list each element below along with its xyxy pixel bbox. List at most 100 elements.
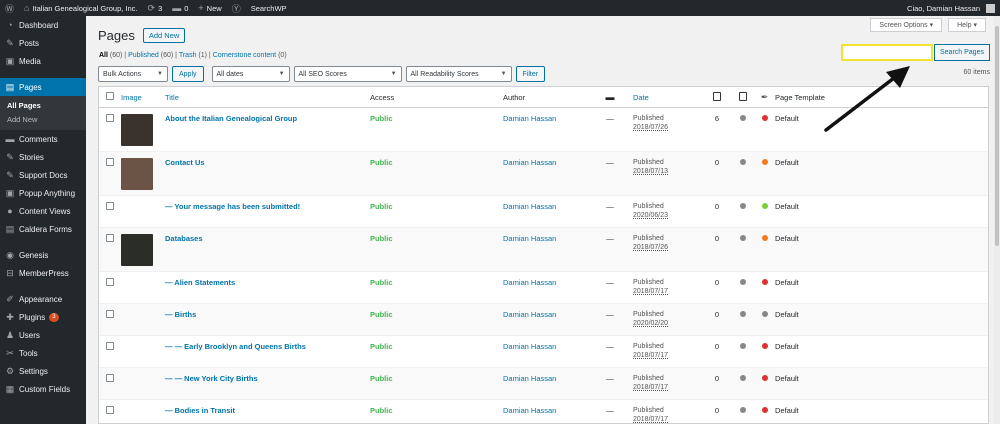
page-title-link[interactable]: Databases — [165, 234, 370, 243]
yoast-link[interactable]: Ⓨ — [227, 0, 246, 16]
page-thumbnail[interactable] — [121, 158, 153, 190]
seo-score-icon[interactable] — [738, 91, 747, 101]
author-link[interactable]: Damian Hassan — [503, 342, 587, 351]
author-link[interactable]: Damian Hassan — [503, 158, 587, 167]
author-link[interactable]: Damian Hassan — [503, 234, 587, 243]
author-link[interactable]: Damian Hassan — [503, 202, 587, 211]
page-template: Default — [775, 310, 799, 319]
new-content-link[interactable]: + New — [193, 0, 226, 16]
row-checkbox[interactable] — [106, 278, 114, 286]
row-checkbox[interactable] — [106, 406, 114, 414]
row-checkbox[interactable] — [106, 114, 114, 122]
access-status: Public — [370, 202, 393, 211]
page-title-link[interactable]: — Alien Statements — [165, 278, 370, 287]
sidebar-item-appearance[interactable]: ✐ Appearance — [0, 290, 86, 308]
author-link[interactable]: Damian Hassan — [503, 278, 587, 287]
view-trash[interactable]: Trash — [179, 52, 197, 59]
sidebar-item-pages[interactable]: ▤ Pages — [0, 78, 86, 96]
row-checkbox[interactable] — [106, 342, 114, 350]
page-title-link[interactable]: — Bodies in Transit — [165, 406, 370, 415]
seo-score-select[interactable]: All SEO Scores ▼ — [293, 66, 402, 82]
view-published[interactable]: Published — [128, 52, 159, 59]
page-template: Default — [775, 278, 799, 287]
row-checkbox[interactable] — [106, 202, 114, 210]
sidebar-item-posts[interactable]: ✎ Posts — [0, 34, 86, 52]
scrollbar[interactable] — [994, 16, 1000, 424]
comments-column-icon[interactable]: ▬ — [606, 92, 615, 102]
page-title-link[interactable]: — — Early Brooklyn and Queens Births — [165, 342, 370, 351]
page-title-link[interactable]: — — New York City Births — [165, 374, 370, 383]
row-checkbox[interactable] — [106, 310, 114, 318]
plus-icon: + — [198, 3, 204, 13]
sidebar-item-media[interactable]: ▣ Media — [0, 52, 86, 70]
author-link[interactable]: Damian Hassan — [503, 406, 587, 415]
sidebar-item-caldera-forms[interactable]: ▤ Caldera Forms — [0, 220, 86, 238]
sidebar-item-support-docs[interactable]: ✎ Support Docs — [0, 166, 86, 184]
sidebar-item-stories[interactable]: ✎ Stories — [0, 148, 86, 166]
internal-links-count: 0 — [714, 158, 720, 167]
seo-score-dot — [739, 159, 746, 165]
sidebar-item-label: Popup Anything — [19, 188, 76, 198]
seo-score-dot — [739, 279, 746, 285]
page-thumbnail[interactable] — [121, 234, 153, 266]
author-link[interactable]: Damian Hassan — [503, 374, 587, 383]
bulk-actions-select[interactable]: Bulk Actions ▼ — [98, 66, 168, 82]
sidebar-item-memberpress[interactable]: ⊟ MemberPress — [0, 264, 86, 282]
account-link[interactable]: Ciao, Damian Hassan — [902, 0, 1000, 16]
searchwp-link[interactable]: SearchWP — [246, 0, 292, 16]
sidebar-item-label: Posts — [19, 38, 40, 48]
page-title-link[interactable]: About the Italian Genealogical Group — [165, 114, 370, 123]
page-template: Default — [775, 158, 799, 167]
publish-status: Published — [633, 235, 664, 242]
sidebar-item-dashboard[interactable]: ◔ Dashboard — [0, 16, 86, 34]
sidebar-item-comments[interactable]: ▬ Comments — [0, 130, 86, 148]
column-image[interactable]: Image — [121, 93, 165, 102]
view-all[interactable]: All — [99, 52, 108, 59]
page-title-link[interactable]: — Births — [165, 310, 370, 319]
sidebar-item-settings[interactable]: ⚙ Settings — [0, 362, 86, 380]
submenu-all-pages[interactable]: All Pages — [0, 99, 86, 113]
internal-links-count: 0 — [714, 278, 720, 287]
admin-bar: Ⓦ ⌂ Italian Genealogical Group, Inc. ⟳ 3 ▬… — [0, 0, 1000, 16]
row-checkbox[interactable] — [106, 158, 114, 166]
sidebar-item-content-views[interactable]: ● Content Views — [0, 202, 86, 220]
sidebar-item-tools[interactable]: ✂ Tools — [0, 344, 86, 362]
sidebar-item-popup-anything[interactable]: ▣ Popup Anything — [0, 184, 86, 202]
chevron-down-icon: ▼ — [157, 71, 163, 77]
publish-date: 2020/06/23 — [633, 212, 669, 219]
search-input[interactable] — [841, 44, 933, 61]
sidebar-item-users[interactable]: ♟ Users — [0, 326, 86, 344]
row-checkbox[interactable] — [106, 374, 114, 382]
page-title-link[interactable]: Contact Us — [165, 158, 370, 167]
page-thumbnail[interactable] — [121, 114, 153, 146]
column-date[interactable]: Date — [633, 93, 703, 102]
screen-options-button[interactable]: Screen Options ▾ — [870, 18, 943, 32]
wordpress-logo-icon[interactable]: Ⓦ — [0, 0, 19, 16]
author-link[interactable]: Damian Hassan — [503, 114, 587, 123]
apply-button[interactable]: Apply — [172, 66, 204, 82]
publish-date: 2018/07/26 — [633, 124, 669, 131]
column-title[interactable]: Title — [165, 93, 370, 102]
add-new-button[interactable]: Add New — [142, 28, 186, 43]
row-checkbox[interactable] — [106, 234, 114, 242]
site-name-link[interactable]: ⌂ Italian Genealogical Group, Inc. — [19, 0, 143, 16]
sidebar-item-plugins[interactable]: ✚ Plugins 3 — [0, 308, 86, 326]
search-pages-button[interactable]: Search Pages — [934, 44, 990, 61]
date-filter-select[interactable]: All dates ▼ — [211, 66, 290, 82]
view-cornerstone[interactable]: Cornerstone content — [213, 52, 276, 59]
updates-link[interactable]: ⟳ 3 — [143, 0, 168, 16]
page-title-link[interactable]: — Your message has been submitted! — [165, 202, 370, 211]
internal-links-count: 6 — [714, 114, 720, 123]
submenu-add-new[interactable]: Add New — [0, 113, 86, 127]
sidebar-item-custom-fields[interactable]: ▦ Custom Fields — [0, 380, 86, 398]
readability-score-select[interactable]: All Readability Scores ▼ — [405, 66, 512, 82]
author-link[interactable]: Damian Hassan — [503, 310, 587, 319]
filter-button[interactable]: Filter — [515, 66, 546, 82]
help-button[interactable]: Help ▾ — [948, 18, 986, 32]
readability-icon[interactable]: ✒ — [761, 92, 769, 102]
sidebar-item-label: Media — [19, 56, 41, 66]
sidebar-item-genesis[interactable]: ◉ Genesis — [0, 246, 86, 264]
select-all-checkbox[interactable] — [106, 92, 114, 100]
comments-link[interactable]: ▬ 0 — [167, 0, 193, 16]
internal-links-icon[interactable] — [713, 91, 721, 101]
